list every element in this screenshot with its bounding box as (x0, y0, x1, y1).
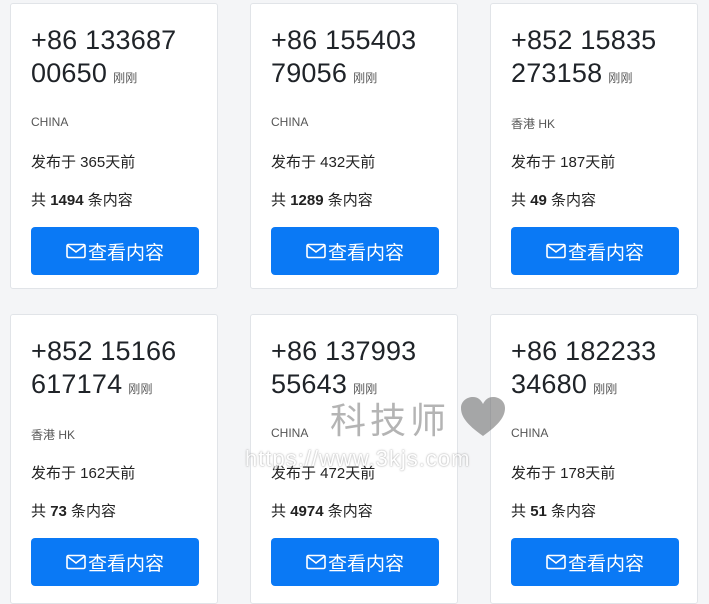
count-value: 51 (530, 503, 547, 520)
count-suffix: 条内容 (551, 192, 597, 209)
view-content-button[interactable]: 查看内容 (31, 227, 199, 275)
view-content-button[interactable]: 查看内容 (511, 227, 679, 275)
phone-number-line2: 34680 (511, 369, 588, 399)
count-value: 1494 (50, 192, 84, 209)
button-label: 查看内容 (567, 242, 644, 264)
count-prefix: 共 (271, 192, 287, 209)
count-prefix: 共 (31, 503, 47, 520)
posted-time: 发布于 187天前 (511, 154, 616, 171)
phone-number-line1: +852 15166 (31, 336, 177, 366)
phone-number-line1: +86 137993 (271, 336, 417, 366)
count-prefix: 共 (511, 503, 527, 520)
message-count: 共 51 条内容 (511, 500, 677, 520)
button-label: 查看内容 (87, 553, 164, 575)
posted-time: 发布于 472天前 (271, 465, 376, 482)
count-suffix: 条内容 (71, 503, 117, 520)
envelope-icon (66, 554, 86, 570)
envelope-icon (546, 554, 566, 570)
phone-number-line2: 273158 (511, 58, 603, 88)
card-grid: +86 133687 00650 刚刚 CHINA 发布于 365天前 共 149… (0, 0, 709, 604)
count-prefix: 共 (271, 503, 287, 520)
phone-number-line1: +852 15835 (511, 25, 657, 55)
view-content-button[interactable]: 查看内容 (511, 538, 679, 586)
country-label: CHINA (271, 426, 309, 440)
country-label: CHINA (271, 115, 309, 129)
recent-tag: 刚刚 (608, 71, 633, 85)
message-count: 共 49 条内容 (511, 189, 677, 209)
country-label: CHINA (511, 426, 549, 440)
phone-number-line1: +86 182233 (511, 336, 657, 366)
count-suffix: 条内容 (327, 503, 373, 520)
count-value: 73 (50, 503, 67, 520)
recent-tag: 刚刚 (128, 382, 153, 396)
button-label: 查看内容 (567, 553, 644, 575)
phone-number: +852 15835 273158 刚刚 (511, 24, 677, 95)
count-suffix: 条内容 (87, 192, 133, 209)
button-label: 查看内容 (327, 553, 404, 575)
phone-card: +86 137993 55643 刚刚 CHINA 发布于 472天前 共 497… (250, 314, 458, 604)
count-value: 4974 (290, 503, 324, 520)
phone-number: +86 137993 55643 刚刚 (271, 335, 437, 406)
message-count: 共 4974 条内容 (271, 500, 437, 520)
phone-number-line2: 55643 (271, 369, 348, 399)
phone-number: +86 155403 79056 刚刚 (271, 24, 437, 95)
button-label: 查看内容 (327, 242, 404, 264)
phone-card: +852 15835 273158 刚刚 香港 HK 发布于 187天前 共 49… (490, 3, 698, 289)
phone-number-line1: +86 155403 (271, 25, 417, 55)
message-count: 共 73 条内容 (31, 500, 197, 520)
recent-tag: 刚刚 (593, 382, 618, 396)
phone-number-line1: +86 133687 (31, 25, 177, 55)
envelope-icon (546, 243, 566, 259)
phone-number: +852 15166 617174 刚刚 (31, 335, 197, 406)
message-count: 共 1289 条内容 (271, 189, 437, 209)
count-prefix: 共 (511, 192, 527, 209)
phone-number-line2: 617174 (31, 369, 123, 399)
phone-card: +86 182233 34680 刚刚 CHINA 发布于 178天前 共 51 … (490, 314, 698, 604)
phone-number-line2: 00650 (31, 58, 108, 88)
recent-tag: 刚刚 (113, 71, 138, 85)
posted-time: 发布于 365天前 (31, 154, 136, 171)
phone-card: +86 155403 79056 刚刚 CHINA 发布于 432天前 共 128… (250, 3, 458, 289)
envelope-icon (66, 243, 86, 259)
posted-time: 发布于 162天前 (31, 465, 136, 482)
posted-time: 发布于 432天前 (271, 154, 376, 171)
envelope-icon (306, 243, 326, 259)
count-prefix: 共 (31, 192, 47, 209)
count-suffix: 条内容 (327, 192, 373, 209)
count-value: 1289 (290, 192, 324, 209)
country-label: 香港 HK (511, 117, 556, 131)
message-count: 共 1494 条内容 (31, 189, 197, 209)
view-content-button[interactable]: 查看内容 (271, 227, 439, 275)
phone-number-line2: 79056 (271, 58, 348, 88)
recent-tag: 刚刚 (353, 382, 378, 396)
country-label: 香港 HK (31, 428, 76, 442)
count-value: 49 (530, 192, 547, 209)
button-label: 查看内容 (87, 242, 164, 264)
phone-number: +86 133687 00650 刚刚 (31, 24, 197, 95)
phone-card: +852 15166 617174 刚刚 香港 HK 发布于 162天前 共 73… (10, 314, 218, 604)
count-suffix: 条内容 (551, 503, 597, 520)
recent-tag: 刚刚 (353, 71, 378, 85)
view-content-button[interactable]: 查看内容 (271, 538, 439, 586)
view-content-button[interactable]: 查看内容 (31, 538, 199, 586)
country-label: CHINA (31, 115, 69, 129)
envelope-icon (306, 554, 326, 570)
posted-time: 发布于 178天前 (511, 465, 616, 482)
phone-card: +86 133687 00650 刚刚 CHINA 发布于 365天前 共 149… (10, 3, 218, 289)
phone-number: +86 182233 34680 刚刚 (511, 335, 677, 406)
